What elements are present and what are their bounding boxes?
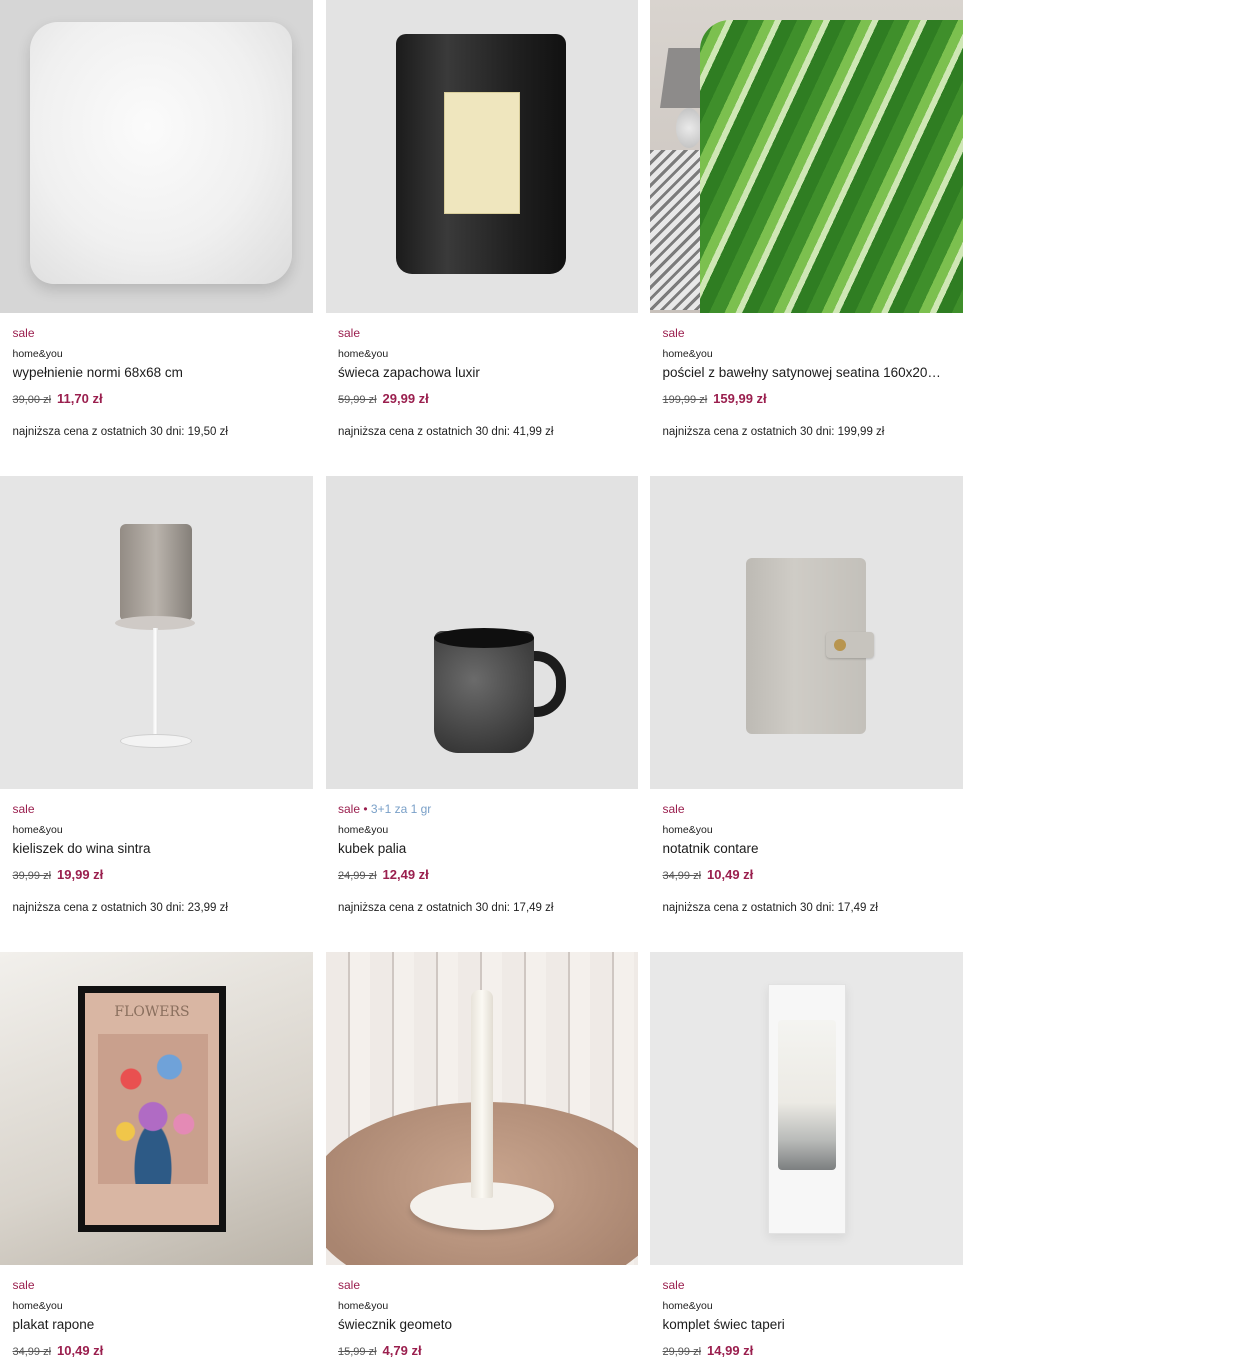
product-image[interactable] — [325, 952, 638, 1265]
sale-price: 12,49 zł — [382, 867, 429, 882]
sale-tag: sale — [12, 802, 35, 816]
product-name[interactable]: kieliszek do wina sintra — [13, 840, 301, 858]
bedding-illustration — [700, 20, 963, 313]
sale-tag: sale — [12, 1278, 35, 1292]
product-image[interactable] — [650, 0, 963, 313]
price-row: 199,99 zł 159,99 zł — [663, 390, 951, 408]
product-grid: sale home&you wypełnienie normi 68x68 cm… — [0, 0, 963, 1358]
product-name[interactable]: świecznik geometo — [338, 1316, 625, 1334]
sale-tag: sale — [338, 1278, 361, 1292]
sale-label: sale — [338, 802, 361, 816]
candle-illustration — [470, 990, 493, 1198]
old-price: 39,99 zł — [12, 870, 52, 882]
sale-price: 4,79 zł — [382, 1343, 422, 1358]
product-image[interactable] — [650, 952, 963, 1265]
brand-name: home&you — [662, 1300, 713, 1312]
sale-price: 10,49 zł — [707, 867, 754, 882]
product-image[interactable] — [325, 0, 638, 313]
glass-bowl-illustration — [120, 524, 192, 620]
brand-name: home&you — [338, 348, 389, 360]
product-name[interactable]: komplet świec taperi — [663, 1316, 951, 1334]
lamp-base-illustration — [676, 108, 702, 148]
price-row: 15,99 zł 4,79 zł — [338, 1342, 625, 1360]
sale-tag: sale — [662, 802, 685, 816]
product-name[interactable]: notatnik contare — [663, 840, 951, 858]
product-card[interactable]: sale home&you świeca zapachowa luxir 59,… — [325, 0, 638, 476]
pillow-illustration — [30, 22, 292, 284]
product-image[interactable] — [650, 476, 963, 789]
brand-name: home&you — [662, 348, 713, 360]
mug-rim-illustration — [433, 628, 534, 648]
price-row: 24,99 zł 12,49 zł — [338, 866, 625, 884]
old-price: 59,99 zł — [338, 394, 377, 406]
sale-tag: sale — [12, 326, 35, 340]
product-name[interactable]: wypełnienie normi 68x68 cm — [13, 364, 301, 382]
mug-illustration — [433, 631, 534, 753]
lowest-price-note: najniższa cena z ostatnich 30 dni: 41,99… — [338, 426, 554, 438]
glass-stem-illustration — [153, 628, 158, 738]
candle-label-illustration — [443, 92, 520, 214]
brand-name: home&you — [338, 824, 389, 836]
lowest-price-note: najniższa cena z ostatnich 30 dni: 23,99… — [12, 902, 228, 914]
price-row: 59,99 zł 29,99 zł — [338, 390, 625, 408]
flowers-illustration — [98, 1034, 208, 1184]
sale-price: 14,99 zł — [707, 1343, 754, 1358]
product-name[interactable]: pościel z bawełny satynowej seatina 160x… — [663, 364, 951, 382]
promo-label[interactable]: 3+1 za 1 gr — [371, 802, 431, 816]
sale-price: 19,99 zł — [57, 867, 104, 882]
lowest-price-note: najniższa cena z ostatnich 30 dni: 17,49… — [338, 902, 554, 914]
poster-title: FLOWERS — [114, 1004, 190, 1020]
product-card[interactable]: FLOWERS sale home&you plakat rapone 34,9… — [0, 952, 313, 1358]
old-price: 29,99 zł — [662, 1346, 702, 1358]
price-row: 34,99 zł 10,49 zł — [663, 866, 951, 884]
price-row: 34,99 zł 10,49 zł — [13, 1342, 301, 1360]
price-row: 39,00 zł 11,70 zł — [13, 390, 301, 408]
lowest-price-note: najniższa cena z ostatnich 30 dni: 199,9… — [662, 426, 885, 438]
brand-name: home&you — [12, 348, 63, 360]
old-price: 15,99 zł — [338, 1346, 377, 1358]
separator-dot: • — [360, 802, 371, 816]
sale-tag: sale — [662, 326, 685, 340]
product-card[interactable]: sale • 3+1 za 1 gr home&you kubek palia … — [325, 476, 638, 952]
product-image[interactable] — [0, 0, 313, 313]
product-card[interactable]: sale home&you notatnik contare 34,99 zł … — [650, 476, 963, 952]
brand-name: home&you — [662, 824, 713, 836]
old-price: 39,00 zł — [12, 394, 52, 406]
product-card[interactable]: sale home&you komplet świec taperi 29,99… — [650, 952, 963, 1358]
sale-price: 11,70 zł — [57, 391, 103, 406]
sale-tag: sale — [662, 1278, 685, 1292]
product-name[interactable]: świeca zapachowa luxir — [338, 364, 625, 382]
product-card[interactable]: sale home&you wypełnienie normi 68x68 cm… — [0, 0, 313, 476]
brand-name: home&you — [338, 1300, 389, 1312]
glass-base-illustration — [120, 734, 192, 748]
product-name[interactable]: kubek palia — [338, 840, 625, 858]
sale-tag: sale — [338, 326, 361, 340]
lowest-price-note: najniższa cena z ostatnich 30 dni: 19,50… — [12, 426, 228, 438]
old-price: 199,99 zł — [662, 394, 708, 406]
sale-tag: sale • 3+1 za 1 gr — [338, 801, 625, 817]
product-image[interactable] — [0, 476, 313, 789]
sale-price: 159,99 zł — [713, 391, 767, 406]
sale-price: 29,99 zł — [382, 391, 429, 406]
product-image[interactable] — [325, 476, 638, 789]
notebook-button-illustration — [834, 639, 846, 651]
product-card[interactable]: sale home&you pościel z bawełny satynowe… — [650, 0, 963, 476]
old-price: 34,99 zł — [12, 1346, 52, 1358]
price-row: 39,99 zł 19,99 zł — [13, 866, 301, 884]
old-price: 24,99 zł — [338, 870, 377, 882]
product-card[interactable]: sale home&you świecznik geometo 15,99 zł… — [325, 952, 638, 1358]
product-card[interactable]: sale home&you kieliszek do wina sintra 3… — [0, 476, 313, 952]
product-image[interactable]: FLOWERS — [0, 952, 313, 1265]
lowest-price-note: najniższa cena z ostatnich 30 dni: 17,49… — [662, 902, 878, 914]
brand-name: home&you — [12, 1300, 63, 1312]
brand-name: home&you — [12, 824, 63, 836]
sale-price: 10,49 zł — [57, 1343, 104, 1358]
candle-set-illustration — [778, 1020, 836, 1170]
price-row: 29,99 zł 14,99 zł — [663, 1342, 951, 1360]
product-name[interactable]: plakat rapone — [13, 1316, 301, 1334]
old-price: 34,99 zł — [662, 870, 702, 882]
